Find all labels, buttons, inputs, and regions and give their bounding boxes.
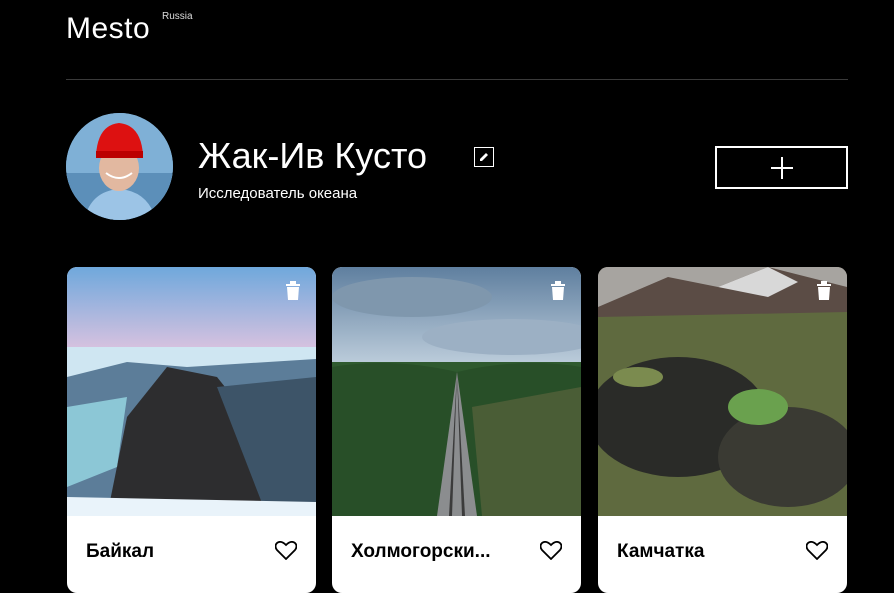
avatar-image bbox=[66, 113, 173, 220]
card-title: Холмогорски... bbox=[351, 541, 491, 562]
logo-superscript: Russia bbox=[162, 11, 193, 22]
pencil-icon bbox=[480, 153, 488, 161]
profile-about: Исследователь океана bbox=[198, 185, 358, 202]
plus-icon bbox=[770, 156, 793, 179]
profile-name: Жак-Ив Кусто bbox=[198, 135, 428, 176]
delete-card-button[interactable] bbox=[549, 281, 567, 300]
trash-icon bbox=[817, 281, 831, 300]
delete-card-button[interactable] bbox=[815, 281, 833, 300]
edit-profile-button[interactable] bbox=[474, 147, 494, 167]
card-image[interactable] bbox=[67, 267, 316, 516]
header: Mesto Russia bbox=[66, 0, 848, 80]
like-button[interactable] bbox=[274, 540, 298, 561]
card-title: Байкал bbox=[86, 541, 155, 562]
avatar[interactable] bbox=[66, 113, 173, 220]
heart-icon bbox=[274, 540, 298, 561]
card: Байкал bbox=[67, 267, 316, 593]
card-title: Камчатка bbox=[617, 541, 705, 562]
trash-icon bbox=[286, 281, 300, 300]
logo: Mesto bbox=[66, 12, 151, 45]
like-button[interactable] bbox=[539, 540, 563, 561]
heart-icon bbox=[539, 540, 563, 561]
add-card-button[interactable] bbox=[715, 146, 848, 189]
card-image[interactable] bbox=[598, 267, 847, 516]
card: Камчатка bbox=[598, 267, 847, 593]
delete-card-button[interactable] bbox=[284, 281, 302, 300]
heart-icon bbox=[805, 540, 829, 561]
card-image[interactable] bbox=[332, 267, 581, 516]
card: Холмогорски... bbox=[332, 267, 581, 593]
trash-icon bbox=[551, 281, 565, 300]
like-button[interactable] bbox=[805, 540, 829, 561]
